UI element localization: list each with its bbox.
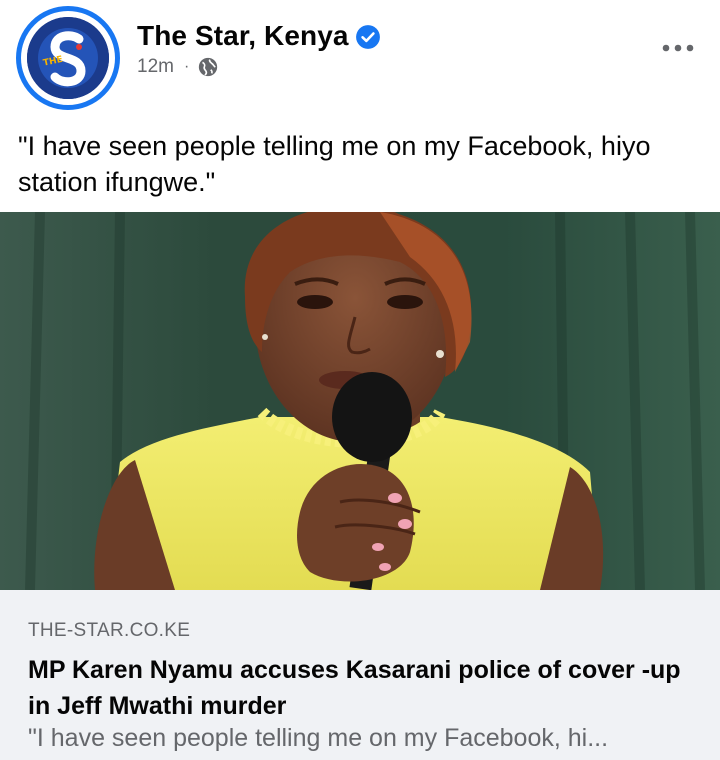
- verified-badge-icon: [356, 25, 380, 49]
- more-options-icon[interactable]: [660, 38, 696, 58]
- link-headline[interactable]: MP Karen Nyamu accuses Kasarani police o…: [28, 652, 708, 724]
- post-caption: "I have seen people telling me on my Fac…: [18, 131, 651, 197]
- globe-icon[interactable]: [197, 56, 219, 78]
- post-time[interactable]: 12m: [137, 56, 174, 78]
- the-star-logo-icon: THE: [27, 17, 109, 99]
- article-photo: [0, 212, 720, 590]
- page-avatar-ring[interactable]: THE: [16, 6, 120, 110]
- link-preview[interactable]: THE-STAR.CO.KE MP Karen Nyamu accuses Ka…: [0, 590, 720, 760]
- post-header: THE The Star, Kenya 12m ·: [0, 0, 720, 112]
- link-domain: THE-STAR.CO.KE: [28, 620, 191, 641]
- link-preview-image[interactable]: [0, 212, 720, 590]
- page-avatar[interactable]: THE: [27, 17, 109, 99]
- meta-separator: ·: [183, 58, 190, 75]
- page-name[interactable]: The Star, Kenya: [137, 20, 349, 52]
- post-meta: 12m ·: [137, 56, 219, 78]
- link-snippet: "I have seen people telling me on my Fac…: [28, 724, 609, 752]
